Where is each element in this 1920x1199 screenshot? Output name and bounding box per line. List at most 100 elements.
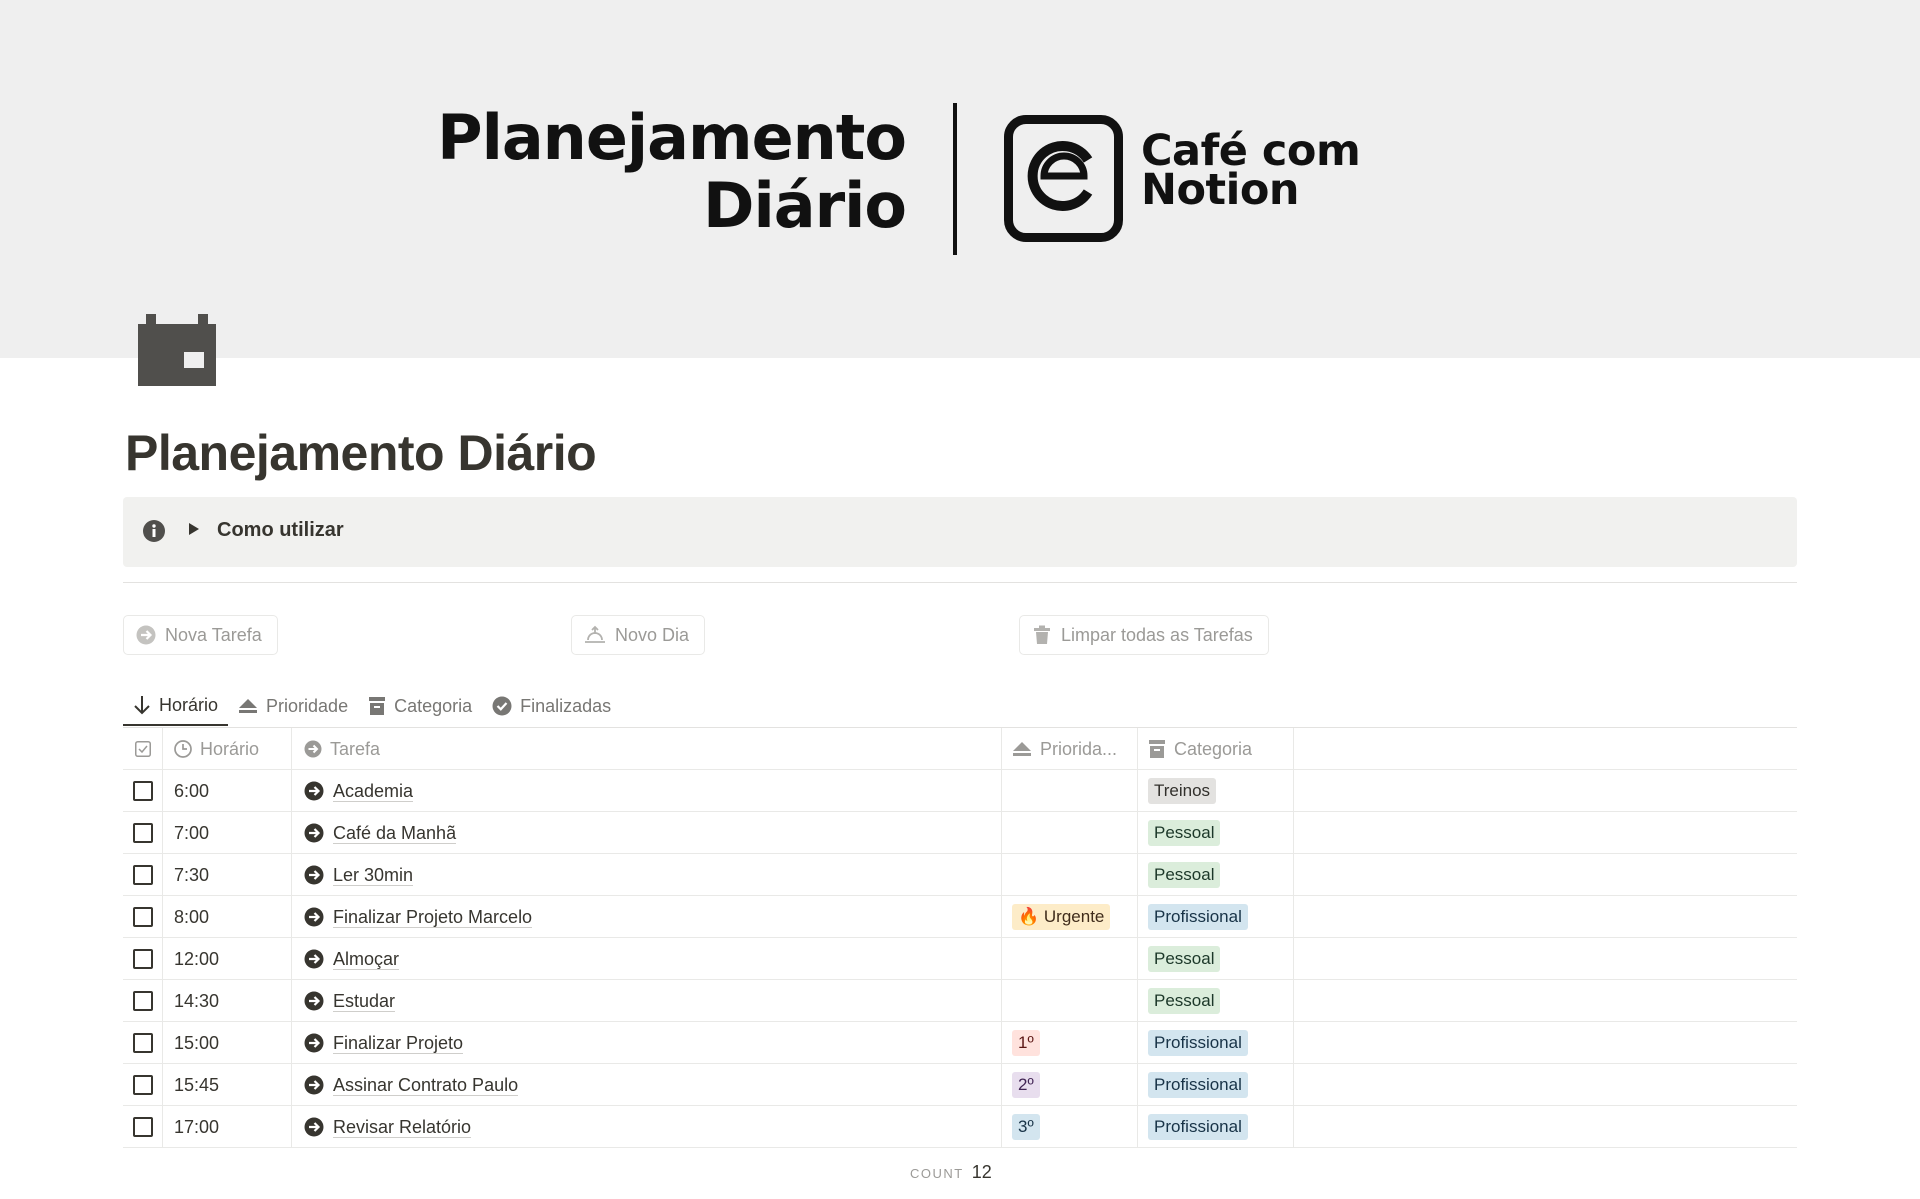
header-categoria[interactable]: Categoria xyxy=(1138,728,1294,770)
header-tarefa[interactable]: Tarefa xyxy=(292,728,1002,770)
table-row[interactable]: 15:00 Finalizar Projeto 1º Profissional xyxy=(123,1022,1797,1064)
task-link[interactable]: Ler 30min xyxy=(333,865,414,886)
header-categoria-label: Categoria xyxy=(1174,738,1253,759)
arrow-circle-right-icon xyxy=(136,625,156,645)
calendar-icon[interactable] xyxy=(138,314,216,386)
arrow-down-icon xyxy=(134,696,150,715)
task-cell[interactable]: Almoçar xyxy=(292,938,1002,980)
task-link[interactable]: Revisar Relatório xyxy=(333,1117,472,1138)
category-cell[interactable]: Profissional xyxy=(1138,1106,1294,1148)
sunrise-icon xyxy=(585,625,605,643)
table-row[interactable]: 14:30 Estudar Pessoal xyxy=(123,980,1797,1022)
task-cell[interactable]: Estudar xyxy=(292,980,1002,1022)
priority-cell[interactable] xyxy=(1002,980,1138,1022)
table-row[interactable]: 7:30 Ler 30min Pessoal xyxy=(123,854,1797,896)
task-cell[interactable]: Finalizar Projeto Marcelo xyxy=(292,896,1002,938)
done-checkbox[interactable] xyxy=(132,781,153,801)
done-checkbox[interactable] xyxy=(132,949,153,969)
cover-brand-line2: Notion xyxy=(1141,165,1299,215)
task-link[interactable]: Estudar xyxy=(333,991,396,1012)
arrow-circle-right-icon xyxy=(304,865,324,885)
done-checkbox[interactable] xyxy=(132,1033,153,1053)
limpar-tarefas-label: Limpar todas as Tarefas xyxy=(1061,624,1253,645)
done-checkbox[interactable] xyxy=(132,865,153,885)
category-cell[interactable]: Profissional xyxy=(1138,1022,1294,1064)
task-cell[interactable]: Revisar Relatório xyxy=(292,1106,1002,1148)
priority-icon xyxy=(239,699,258,713)
table-row[interactable]: 6:00 Academia Treinos xyxy=(123,770,1797,812)
task-cell[interactable]: Assinar Contrato Paulo xyxy=(292,1064,1002,1106)
table-row[interactable]: 7:00 Café da Manhã Pessoal xyxy=(123,812,1797,854)
tab-categoria[interactable]: Categoria xyxy=(358,686,482,726)
done-checkbox[interactable] xyxy=(132,907,153,927)
table-row[interactable]: 15:45 Assinar Contrato Paulo 2º Profissi… xyxy=(123,1064,1797,1106)
limpar-tarefas-button[interactable]: Limpar todas as Tarefas xyxy=(1019,615,1269,655)
arrow-circle-right-icon xyxy=(304,1117,324,1137)
nova-tarefa-button[interactable]: Nova Tarefa xyxy=(123,615,278,655)
category-cell[interactable]: Pessoal xyxy=(1138,938,1294,980)
task-cell[interactable]: Café da Manhã xyxy=(292,812,1002,854)
table-count[interactable]: COUNT 12 xyxy=(910,1162,992,1183)
category-tag: Pessoal xyxy=(1148,946,1221,972)
novo-dia-button[interactable]: Novo Dia xyxy=(571,615,706,655)
time-cell[interactable]: 7:00 xyxy=(163,812,292,854)
task-link[interactable]: Finalizar Projeto Marcelo xyxy=(333,907,533,928)
time-cell[interactable]: 15:00 xyxy=(163,1022,292,1064)
tab-finalizadas[interactable]: Finalizadas xyxy=(482,686,621,726)
done-checkbox[interactable] xyxy=(132,1075,153,1095)
callout-como-utilizar[interactable]: Como utilizar xyxy=(123,497,1797,567)
priority-cell[interactable] xyxy=(1002,938,1138,980)
category-cell[interactable]: Profissional xyxy=(1138,1064,1294,1106)
tab-prioridade-label: Prioridade xyxy=(266,695,349,716)
checkbox-header-icon xyxy=(134,741,151,757)
task-cell[interactable]: Finalizar Projeto xyxy=(292,1022,1002,1064)
priority-cell[interactable] xyxy=(1002,854,1138,896)
done-checkbox[interactable] xyxy=(132,1117,153,1137)
header-prioridade-label: Priorida... xyxy=(1040,738,1118,759)
time-cell[interactable]: 7:30 xyxy=(163,854,292,896)
task-link[interactable]: Assinar Contrato Paulo xyxy=(333,1075,519,1096)
time-cell[interactable]: 14:30 xyxy=(163,980,292,1022)
category-tag: Profissional xyxy=(1148,904,1248,930)
time-cell[interactable]: 15:45 xyxy=(163,1064,292,1106)
task-link[interactable]: Finalizar Projeto xyxy=(333,1033,464,1054)
header-horario[interactable]: Horário xyxy=(163,728,292,770)
category-cell[interactable]: Profissional xyxy=(1138,896,1294,938)
done-checkbox[interactable] xyxy=(132,991,153,1011)
header-prioridade[interactable]: Priorida... xyxy=(1002,728,1138,770)
toggle-arrow-icon[interactable] xyxy=(189,523,199,535)
arrow-circle-right-icon xyxy=(304,907,324,927)
priority-cell[interactable]: 🔥 Urgente xyxy=(1002,896,1138,938)
header-done[interactable] xyxy=(123,728,163,770)
cover-image: Planejamento Diário Café com Notion xyxy=(0,0,1920,358)
category-cell[interactable]: Pessoal xyxy=(1138,812,1294,854)
task-link[interactable]: Academia xyxy=(333,781,414,802)
time-cell[interactable]: 12:00 xyxy=(163,938,292,980)
table-row[interactable]: 8:00 Finalizar Projeto Marcelo 🔥 Urgente… xyxy=(123,896,1797,938)
category-cell[interactable]: Treinos xyxy=(1138,770,1294,812)
category-tag: Pessoal xyxy=(1148,988,1221,1014)
priority-cell[interactable] xyxy=(1002,770,1138,812)
priority-cell[interactable] xyxy=(1002,812,1138,854)
tasks-table: Horário Tarefa Priorida... Categoria 6:0… xyxy=(123,728,1797,1148)
tab-prioridade[interactable]: Prioridade xyxy=(228,686,358,726)
priority-cell[interactable]: 2º xyxy=(1002,1064,1138,1106)
category-cell[interactable]: Pessoal xyxy=(1138,980,1294,1022)
task-link[interactable]: Almoçar xyxy=(333,949,400,970)
tab-horario[interactable]: Horário xyxy=(123,686,229,726)
time-cell[interactable]: 8:00 xyxy=(163,896,292,938)
arrow-circle-right-icon xyxy=(304,781,324,801)
time-cell[interactable]: 6:00 xyxy=(163,770,292,812)
callout-label[interactable]: Como utilizar xyxy=(217,519,344,542)
priority-cell[interactable]: 3º xyxy=(1002,1106,1138,1148)
task-cell[interactable]: Ler 30min xyxy=(292,854,1002,896)
priority-cell[interactable]: 1º xyxy=(1002,1022,1138,1064)
arrow-circle-right-icon xyxy=(304,949,324,969)
category-cell[interactable]: Pessoal xyxy=(1138,854,1294,896)
done-checkbox[interactable] xyxy=(132,823,153,843)
table-row[interactable]: 12:00 Almoçar Pessoal xyxy=(123,938,1797,980)
task-cell[interactable]: Academia xyxy=(292,770,1002,812)
task-link[interactable]: Café da Manhã xyxy=(333,823,457,844)
time-cell[interactable]: 17:00 xyxy=(163,1106,292,1148)
table-row[interactable]: 17:00 Revisar Relatório 3º Profissional xyxy=(123,1106,1797,1148)
